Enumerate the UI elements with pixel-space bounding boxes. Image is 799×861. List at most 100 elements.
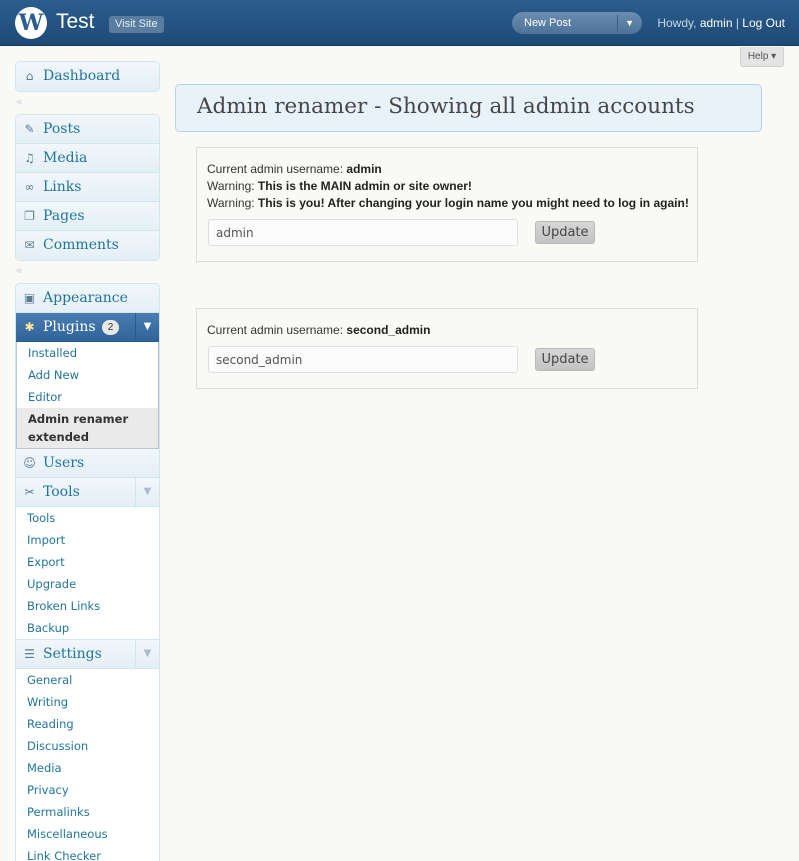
current-username: admin: [346, 162, 382, 176]
username-label: Current admin username:: [207, 162, 347, 176]
current-username-line: Current admin username: second_admin: [207, 322, 687, 339]
menu-links-label: Links: [43, 179, 82, 195]
rename-row: Update: [207, 219, 687, 249]
warning-prefix: Warning:: [207, 179, 258, 193]
greeting-separator: |: [732, 16, 743, 30]
menu-pages[interactable]: ❐ Pages: [16, 202, 159, 231]
plugin-update-count-badge: 2: [102, 320, 120, 335]
menu-media-label: Media: [43, 150, 88, 166]
menu-tools[interactable]: ✂ Tools ▼: [16, 478, 159, 507]
warning-text: This is the MAIN admin or site owner!: [257, 179, 472, 193]
warning-line: Warning: This is you! After changing you…: [207, 195, 689, 212]
chevron-down-icon[interactable]: ▼: [135, 640, 159, 668]
admin-account-card: Current admin username: admin Warning: T…: [196, 147, 698, 262]
update-button[interactable]: Update: [535, 221, 595, 244]
submenu-editor[interactable]: Editor: [17, 386, 158, 408]
menu-pages-label: Pages: [43, 208, 85, 224]
menu-posts[interactable]: ✎ Posts: [16, 115, 159, 144]
current-username-line: Current admin username: admin: [207, 161, 687, 178]
logout-link[interactable]: Log Out: [742, 16, 785, 30]
settings-submenu: General Writing Reading Discussion Media…: [16, 669, 159, 861]
site-title[interactable]: Test: [56, 10, 95, 34]
menu-appearance-label: Appearance: [43, 290, 128, 306]
submenu-writing[interactable]: Writing: [16, 691, 159, 713]
submenu-upgrade[interactable]: Upgrade: [16, 573, 159, 595]
new-post-label: New Post: [524, 17, 572, 29]
new-username-input[interactable]: [208, 346, 518, 373]
submenu-privacy[interactable]: Privacy: [16, 779, 159, 801]
submenu-reading[interactable]: Reading: [16, 713, 159, 735]
menu-settings[interactable]: ☰ Settings ▼: [16, 640, 159, 669]
new-username-input[interactable]: [208, 219, 518, 246]
rename-row: Update: [207, 346, 687, 376]
menu-links[interactable]: ∞ Links: [16, 173, 159, 202]
appearance-icon: ▣: [23, 291, 36, 305]
submenu-link-checker[interactable]: Link Checker: [16, 845, 159, 861]
admin-header: W Test Visit Site New Post ▼ Howdy, admi…: [0, 0, 799, 46]
submenu-general[interactable]: General: [16, 669, 159, 691]
menu-media[interactable]: ♫ Media: [16, 144, 159, 173]
plugins-submenu: Installed Add New Editor Admin renamer e…: [16, 342, 159, 449]
user-profile-link[interactable]: admin: [700, 16, 733, 30]
menu-appearance[interactable]: ▣ Appearance: [16, 284, 159, 313]
howdy-prefix: Howdy,: [657, 16, 700, 30]
menu-posts-label: Posts: [43, 121, 81, 137]
current-username: second_admin: [346, 323, 431, 337]
dashboard-group: ⌂ Dashboard: [15, 61, 160, 92]
submenu-discussion[interactable]: Discussion: [16, 735, 159, 757]
submenu-installed[interactable]: Installed: [17, 342, 158, 364]
submenu-add-new[interactable]: Add New: [17, 364, 158, 386]
menu-plugins-label: Plugins: [43, 319, 96, 335]
chain-link-icon: ∞: [24, 180, 35, 194]
submenu-backup[interactable]: Backup: [16, 617, 159, 639]
menu-settings-label: Settings: [43, 646, 102, 662]
page-title-box: Admin renamer - Showing all admin accoun…: [175, 84, 762, 132]
chevron-down-icon[interactable]: ▼: [135, 313, 159, 341]
collapse-arrow-icon[interactable]: «: [15, 92, 160, 114]
page-title: Admin renamer - Showing all admin accoun…: [197, 94, 695, 119]
new-post-dropdown[interactable]: New Post ▼: [512, 12, 642, 34]
submenu-broken-links[interactable]: Broken Links: [16, 595, 159, 617]
menu-tools-label: Tools: [43, 484, 80, 500]
chevron-down-icon[interactable]: ▼: [135, 478, 159, 506]
update-button[interactable]: Update: [535, 348, 595, 371]
pages-icon: ❐: [24, 209, 35, 223]
media-icon: ♫: [24, 151, 35, 165]
wrench-icon: ✂: [24, 485, 35, 499]
wordpress-logo-icon[interactable]: W: [15, 7, 47, 39]
content-group: ✎ Posts ♫ Media ∞ Links ❐ Pages ✉ Commen…: [15, 114, 160, 261]
settings-icon: ☰: [24, 647, 35, 661]
warning-prefix: Warning:: [207, 196, 258, 210]
warning-line: Warning: This is the MAIN admin or site …: [207, 178, 687, 195]
pin-icon: ✎: [24, 122, 35, 136]
submenu-miscellaneous[interactable]: Miscellaneous: [16, 823, 159, 845]
collapse-arrow-icon[interactable]: «: [15, 261, 160, 283]
menu-users[interactable]: ☺ Users: [16, 449, 159, 478]
chevron-down-icon[interactable]: ▼: [625, 12, 634, 34]
submenu-permalinks[interactable]: Permalinks: [16, 801, 159, 823]
admin-sidebar: ⌂ Dashboard « ✎ Posts ♫ Media ∞ Links ❐ …: [15, 61, 160, 861]
menu-plugins[interactable]: ✱ Plugins 2 ▼: [16, 313, 159, 342]
plug-icon: ✱: [24, 320, 35, 334]
warning-text: This is you! After changing your login n…: [257, 196, 689, 210]
username-label: Current admin username:: [207, 323, 347, 337]
menu-users-label: Users: [43, 455, 85, 471]
dropdown-separator: [617, 15, 618, 31]
visit-site-button[interactable]: Visit Site: [109, 16, 164, 33]
menu-comments-label: Comments: [43, 237, 119, 253]
submenu-admin-renamer-extended[interactable]: Admin renamer extended: [17, 408, 158, 448]
menu-dashboard[interactable]: ⌂ Dashboard: [16, 62, 159, 91]
comment-bubble-icon: ✉: [24, 238, 35, 252]
user-greeting: Howdy, admin | Log Out: [657, 16, 785, 30]
settings-group: ▣ Appearance ✱ Plugins 2 ▼ Installed Add…: [15, 283, 160, 861]
submenu-media[interactable]: Media: [16, 757, 159, 779]
submenu-export[interactable]: Export: [16, 551, 159, 573]
submenu-import[interactable]: Import: [16, 529, 159, 551]
admin-account-card: Current admin username: second_admin Upd…: [196, 308, 698, 389]
menu-dashboard-label: Dashboard: [43, 68, 121, 84]
users-icon: ☺: [23, 456, 36, 470]
help-tab[interactable]: Help ▾: [740, 47, 784, 67]
submenu-tools[interactable]: Tools: [16, 507, 159, 529]
tools-submenu: Tools Import Export Upgrade Broken Links…: [16, 507, 159, 640]
menu-comments[interactable]: ✉ Comments: [16, 231, 159, 260]
